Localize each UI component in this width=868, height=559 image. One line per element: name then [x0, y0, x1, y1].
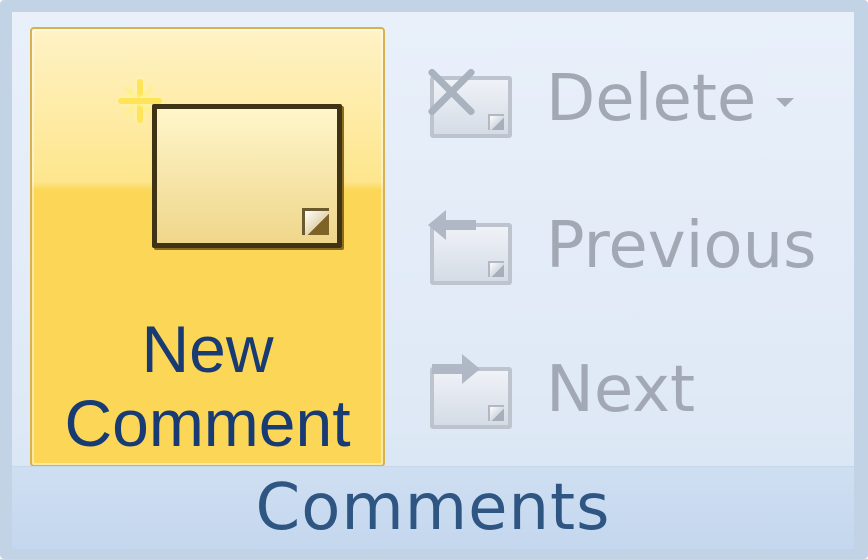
delete-comment-button[interactable]: Delete	[420, 42, 850, 168]
ribbon-group-footer: Comments	[12, 466, 854, 549]
arrow-right-icon	[432, 354, 480, 384]
previous-comment-icon	[420, 205, 524, 291]
note-fold-corner	[488, 261, 504, 277]
note-fold-corner	[488, 114, 504, 130]
next-label: Next	[546, 353, 696, 427]
delete-comment-icon	[420, 58, 524, 144]
note-fold-corner	[302, 208, 329, 235]
delete-label: Delete	[546, 62, 757, 136]
next-comment-icon	[420, 349, 524, 435]
group-label: Comments	[255, 471, 611, 545]
note-icon-body	[152, 104, 342, 248]
previous-label: Previous	[546, 209, 817, 283]
new-comment-icon	[110, 76, 342, 254]
chevron-down-icon[interactable]	[776, 98, 794, 107]
arrow-left-icon	[428, 210, 476, 240]
new-comment-label: New Comment	[64, 312, 351, 460]
previous-comment-button[interactable]: Previous	[420, 189, 850, 315]
comments-ribbon-group: New Comment Delete Previous Next Comment…	[0, 0, 868, 559]
note-fold-corner	[488, 405, 504, 421]
next-comment-button[interactable]: Next	[420, 333, 850, 459]
new-comment-button[interactable]: New Comment	[30, 27, 385, 467]
